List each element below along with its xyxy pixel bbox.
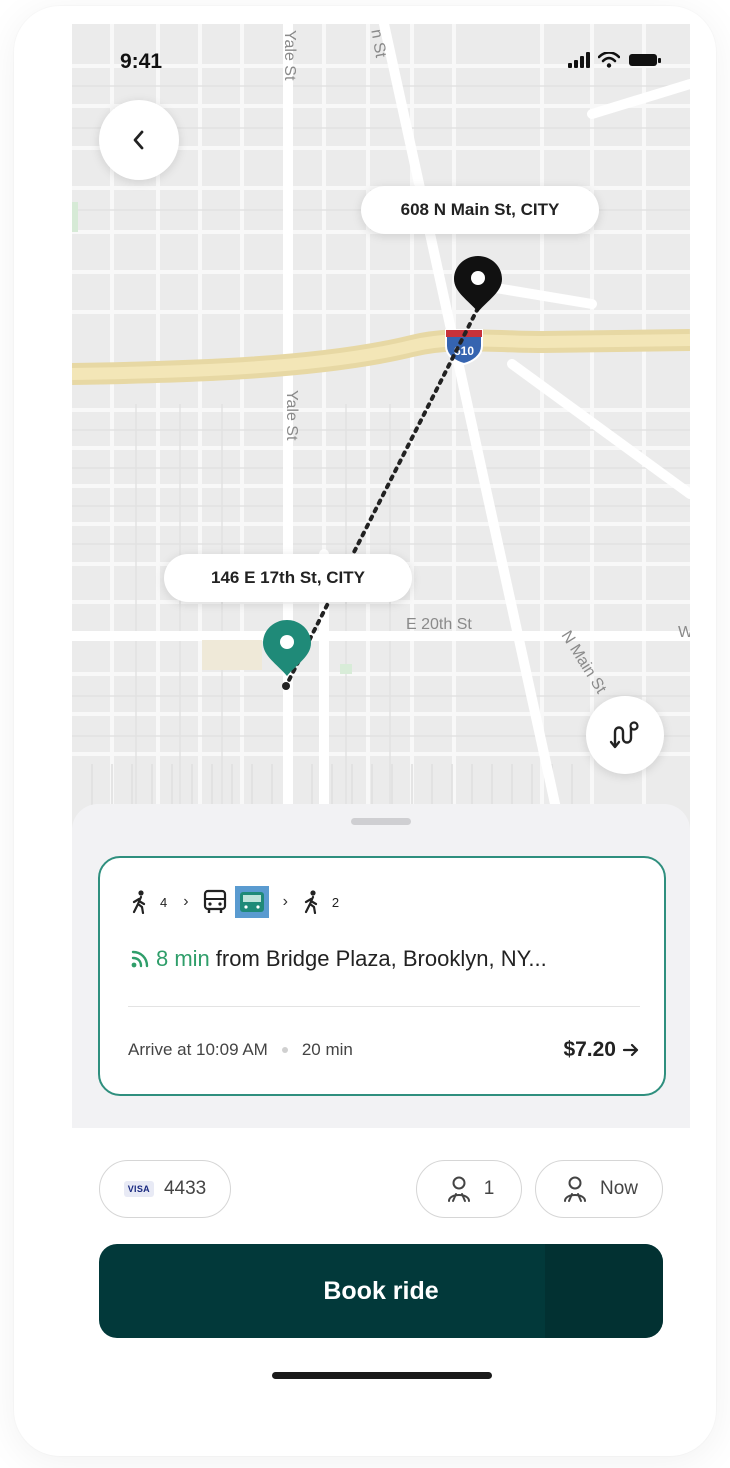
schedule-value: Now [599, 1178, 638, 1199]
status-time: 9:41 [120, 50, 163, 73]
destination-pin-icon[interactable] [452, 254, 504, 316]
chevron-left-icon [133, 130, 144, 150]
walk-minutes-start: 4 [160, 894, 168, 910]
card-divider [128, 1006, 640, 1007]
status-bar: 9:41 [72, 24, 690, 94]
status-icons [568, 52, 662, 68]
person-icon [563, 1176, 586, 1202]
trip-duration: 20 min [301, 1040, 353, 1059]
realtime-eta: 8 min [156, 946, 210, 971]
phone-screen: 610 Yale St Yale St n St E 20th St N Mai… [72, 24, 690, 1394]
arrow-right-icon [622, 1043, 639, 1057]
trip-option-card[interactable]: 4 › › 2 8 min from Bridge Plaza, Brookly… [98, 856, 666, 1096]
sheet-drag-handle[interactable] [351, 818, 411, 825]
dot-separator [281, 1047, 288, 1053]
walk-minutes-end: 2 [331, 894, 340, 910]
book-ride-label: Book ride [323, 1276, 439, 1305]
price-value: $7.20 [563, 1038, 616, 1061]
payment-method-chip[interactable]: VISA 4433 [99, 1160, 231, 1218]
street-label-e-20th: E 20th St [406, 616, 472, 633]
bus-icon [203, 889, 226, 913]
origin-pin-icon[interactable] [261, 618, 313, 680]
realtime-signal-icon [131, 950, 149, 968]
book-ride-button[interactable]: Book ride [99, 1244, 663, 1338]
tram-icon [234, 886, 269, 918]
button-shade [545, 1244, 663, 1338]
trip-summary: Arrive at 10:09 AM 20 min $7.20 [128, 1038, 640, 1062]
arrival-time: Arrive at 10:09 AM [128, 1040, 268, 1059]
booking-panel: VISA 4433 1 Now Book ride [72, 1128, 690, 1394]
step-separator: › [282, 893, 288, 910]
walk-icon [304, 890, 317, 914]
step-separator: › [183, 893, 189, 910]
walk-icon [132, 890, 146, 914]
route-icon [609, 721, 639, 749]
person-icon [447, 1176, 470, 1202]
home-indicator[interactable] [272, 1372, 492, 1379]
origin-address-label[interactable]: 146 E 17th St, CITY [164, 554, 412, 602]
passenger-count-chip[interactable]: 1 [416, 1160, 522, 1218]
wifi-icon [598, 52, 620, 68]
back-button[interactable] [99, 100, 179, 180]
route-options-button[interactable] [586, 696, 664, 774]
signal-icon [568, 52, 590, 68]
map-view[interactable]: 610 Yale St Yale St n St E 20th St N Mai… [72, 24, 690, 854]
realtime-departure: 8 min from Bridge Plaza, Brooklyn, NY... [130, 946, 547, 972]
battery-icon [629, 54, 661, 66]
card-last4: 4433 [163, 1178, 207, 1199]
destination-address-label[interactable]: 608 N Main St, CITY [361, 186, 599, 234]
trip-steps: 4 › › 2 [130, 886, 341, 918]
street-label-yale-south: Yale St [283, 390, 300, 441]
visa-card-icon: VISA [123, 1181, 154, 1197]
passenger-count: 1 [483, 1178, 495, 1199]
street-label-west: W [678, 624, 690, 641]
trip-price: $7.20 [563, 1038, 640, 1062]
departure-stop: from Bridge Plaza, Brooklyn, NY... [215, 946, 547, 971]
schedule-chip[interactable]: Now [535, 1160, 663, 1218]
